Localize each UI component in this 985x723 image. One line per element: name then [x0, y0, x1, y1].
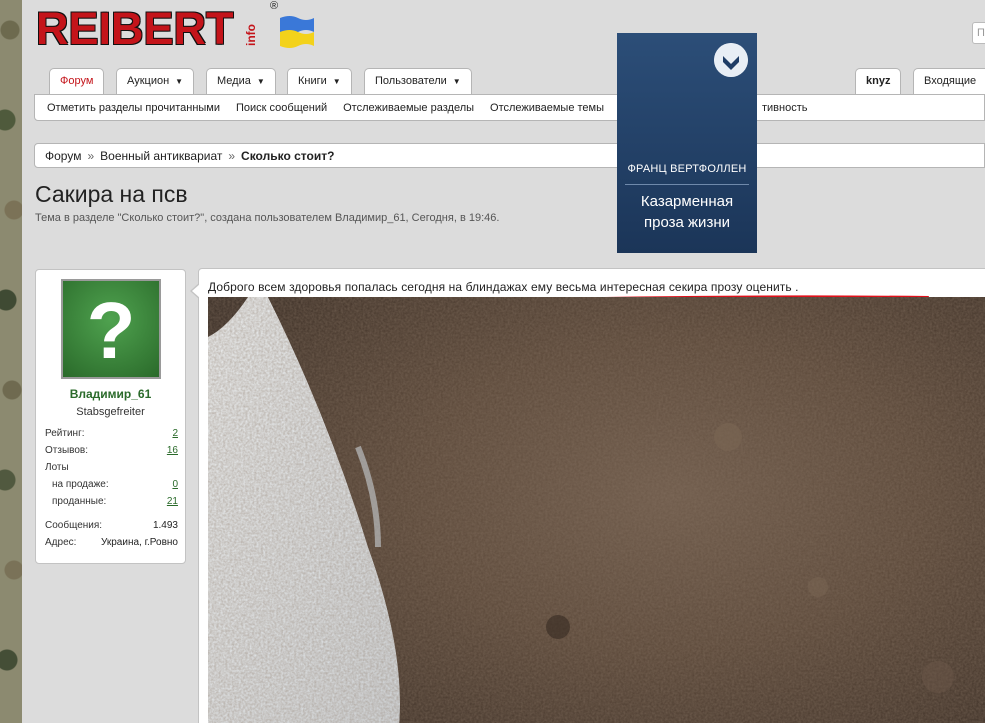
post-image[interactable]	[208, 297, 985, 723]
stat-sold: проданные: 21	[52, 496, 178, 507]
tab-label: Пользователи	[375, 75, 447, 87]
ad-divider	[625, 184, 749, 185]
stat-value[interactable]: 16	[167, 445, 178, 456]
post-message: Доброго всем здоровья попалась сегодня н…	[208, 280, 799, 294]
camouflage-background	[0, 0, 22, 723]
search-input[interactable]: П	[972, 22, 985, 44]
chevron-down-icon: ▼	[452, 77, 461, 86]
tab-label: Форум	[60, 75, 94, 87]
chevron-down-icon: ▼	[332, 77, 341, 86]
post-body: Доброго всем здоровья попалась сегодня н…	[198, 268, 985, 723]
subnav-watched-threads[interactable]: Отслеживаемые темы	[490, 102, 604, 114]
avatar[interactable]: ?	[61, 279, 161, 379]
stat-label: Адрес:	[45, 537, 77, 548]
chevron-down-icon: ▼	[175, 77, 184, 86]
page-title: Сакира на псв	[35, 181, 188, 207]
breadcrumb: Форум » Военный антиквариат » Сколько ст…	[34, 143, 985, 168]
stat-value[interactable]: 21	[167, 496, 178, 507]
ad-title-line: Казарменная	[640, 193, 734, 210]
stat-label: Отзывов:	[45, 445, 88, 456]
subnav-watched-forums[interactable]: Отслеживаемые разделы	[343, 102, 474, 114]
subnav-mark-read[interactable]: Отметить разделы прочитанными	[47, 102, 220, 114]
registered-mark: ®	[270, 0, 279, 12]
stat-label: Сообщения:	[45, 520, 103, 531]
stat-messages: Сообщения: 1.493	[45, 520, 178, 531]
tab-books[interactable]: Книги ▼	[287, 68, 352, 94]
stat-label: Лоты	[45, 462, 69, 473]
thread-meta: Тема в разделе "Сколько стоит?", создана…	[35, 212, 500, 224]
breadcrumb-separator-icon: »	[87, 148, 95, 163]
tab-label: Книги	[298, 75, 327, 87]
book-advertisement[interactable]: ФРАНЦ ВЕРТФОЛЛЕН Казарменная проза жизни	[617, 33, 757, 253]
stat-value: Украина, г.Ровно	[100, 537, 178, 548]
logo-suffix: info	[244, 24, 258, 46]
tab-users[interactable]: Пользователи ▼	[364, 68, 472, 94]
stat-label: Рейтинг:	[45, 428, 85, 439]
tab-auction[interactable]: Аукцион ▼	[116, 68, 195, 94]
stat-value[interactable]: 0	[172, 479, 178, 490]
post-pointer-inner	[192, 284, 200, 298]
breadcrumb-forum[interactable]: Форум	[45, 149, 81, 163]
ukraine-flag-icon	[280, 16, 314, 48]
stat-address: Адрес: Украина, г.Ровно	[45, 537, 178, 548]
subnav-search-posts[interactable]: Поиск сообщений	[236, 102, 327, 114]
stat-lots: Лоты	[45, 462, 178, 473]
tab-inbox[interactable]: Входящие	[913, 68, 985, 94]
stat-label: проданные:	[52, 496, 107, 507]
user-rank: Stabsgefreiter	[76, 406, 145, 418]
stat-reviews: Отзывов: 16	[45, 445, 178, 456]
ad-title-line: проза жизни	[644, 214, 730, 231]
stat-value: 1.493	[152, 520, 178, 531]
subnav-activity[interactable]: тивность	[762, 102, 808, 114]
breadcrumb-military-antiques[interactable]: Военный антиквариат	[100, 149, 222, 163]
stat-label: на продаже:	[52, 479, 109, 490]
subnav-bar: Отметить разделы прочитанными Поиск сооб…	[34, 94, 985, 121]
stat-value[interactable]: 2	[172, 428, 178, 439]
tab-label: Входящие	[924, 75, 977, 87]
tab-media[interactable]: Медиа ▼	[206, 68, 276, 94]
breadcrumb-how-much[interactable]: Сколько стоит?	[241, 149, 334, 163]
ad-title: Казарменная проза жизни	[617, 191, 757, 233]
site-logo[interactable]: REIBERT	[36, 6, 234, 52]
tab-label: Медиа	[217, 75, 251, 87]
breadcrumb-separator-icon: »	[228, 148, 236, 163]
ad-author: ФРАНЦ ВЕРТФОЛЛЕН	[627, 163, 747, 175]
forum-page: REIBERT info ® П Форум Аукцион ▼ Медиа ▼ К…	[22, 0, 985, 723]
axe-photo	[208, 297, 985, 723]
logo-text: REIBERT	[36, 3, 234, 54]
tab-label: knyz	[866, 75, 891, 87]
username[interactable]: Владимир_61	[36, 387, 185, 401]
chevron-down-icon	[714, 43, 748, 77]
stat-rating: Рейтинг: 2	[45, 428, 178, 439]
tab-forum[interactable]: Форум	[49, 68, 105, 96]
chevron-down-icon: ▼	[256, 77, 265, 86]
tab-user-account[interactable]: knyz	[855, 68, 902, 94]
user-card: ? Владимир_61 Stabsgefreiter Рейтинг: 2 …	[35, 269, 186, 564]
tab-label: Аукцион	[127, 75, 170, 87]
stat-on-sale: на продаже: 0	[52, 479, 178, 490]
